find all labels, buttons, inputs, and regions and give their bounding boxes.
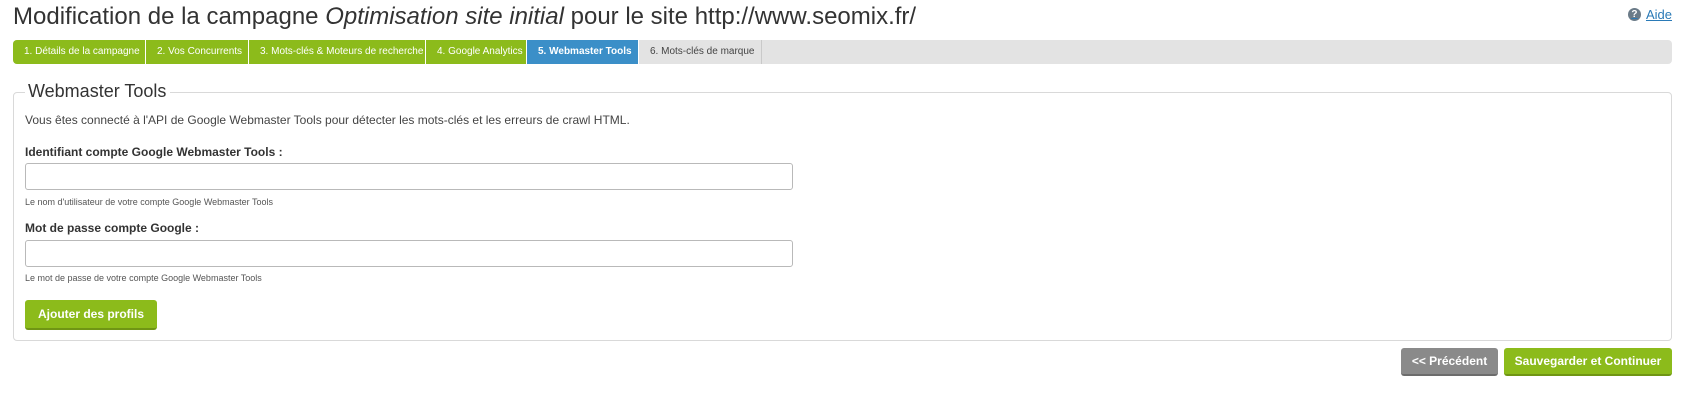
step-google-analytics[interactable]: 4. Google Analytics <box>426 40 527 64</box>
save-continue-button[interactable]: Sauvegarder et Continuer <box>1504 348 1672 376</box>
add-profiles-button[interactable]: Ajouter des profils <box>25 300 157 330</box>
steps-bar: 1. Détails de la campagne 2. Vos Concurr… <box>13 40 1672 64</box>
fieldset-legend: Webmaster Tools <box>25 81 171 102</box>
page: Modification de la campagne Optimisation… <box>0 0 1686 411</box>
webmaster-tools-fieldset: Webmaster Tools Vous êtes connecté à l'A… <box>13 81 1672 341</box>
help-label: Aide <box>1645 7 1672 22</box>
account-label: Identifiant compte Google Webmaster Tool… <box>25 145 283 159</box>
account-input[interactable] <box>25 163 793 190</box>
password-input[interactable] <box>25 240 793 267</box>
question-icon: ? <box>1627 8 1641 21</box>
footer-buttons: << Précédent Sauvegarder et Continuer <box>1401 348 1672 376</box>
step-keywords-engines[interactable]: 3. Mots-clés & Moteurs de recherche <box>249 40 426 64</box>
page-title-prefix: Modification de la campagne <box>13 3 326 30</box>
help-link[interactable]: ? Aide <box>1627 7 1672 22</box>
account-help: Le nom d'utilisateur de votre compte Goo… <box>25 197 274 207</box>
step-campaign-details[interactable]: 1. Détails de la campagne <box>13 40 146 64</box>
step-webmaster-tools[interactable]: 5. Webmaster Tools <box>527 40 639 64</box>
step-brand-keywords[interactable]: 6. Mots-clés de marque <box>639 40 762 64</box>
intro-text: Vous êtes connecté à l'API de Google Web… <box>25 113 630 127</box>
password-label: Mot de passe compte Google : <box>25 221 200 235</box>
password-help: Le mot de passe de votre compte Google W… <box>25 273 262 283</box>
step-competitors[interactable]: 2. Vos Concurrents <box>146 40 249 64</box>
page-title-suffix: pour le site http://www.seomix.fr/ <box>563 3 917 30</box>
page-title: Modification de la campagne Optimisation… <box>13 3 916 31</box>
page-title-campaign: Optimisation site initial <box>325 3 564 30</box>
header: Modification de la campagne Optimisation… <box>13 0 1672 40</box>
previous-button[interactable]: << Précédent <box>1401 348 1498 376</box>
